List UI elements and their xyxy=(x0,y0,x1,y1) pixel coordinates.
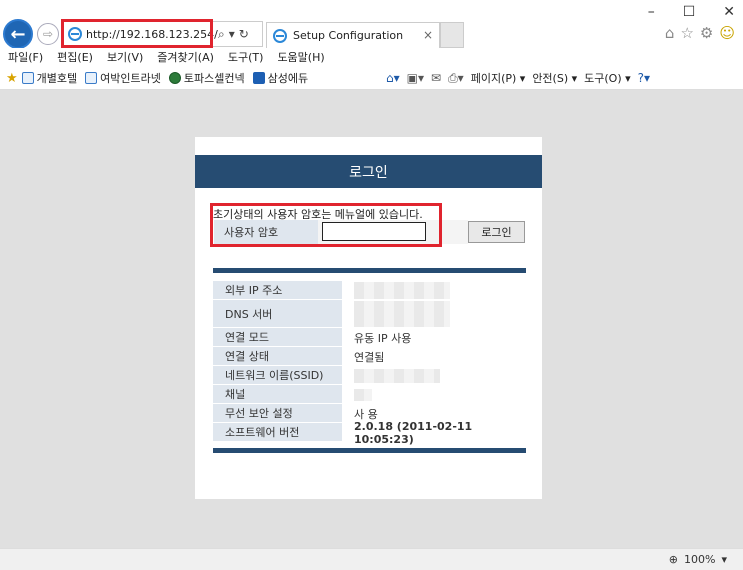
tools-menu[interactable]: 도구(O) ▾ xyxy=(584,70,631,86)
edu-icon xyxy=(252,72,265,84)
maximize-button[interactable]: ☐ xyxy=(683,4,696,20)
favorite-label: 개별호텔 xyxy=(36,72,78,85)
tab-title: Setup Configuration xyxy=(293,29,404,42)
menu-edit[interactable]: 편집(E) xyxy=(57,49,93,65)
zoom-level: 100% xyxy=(684,553,716,566)
row-value xyxy=(342,385,526,404)
mail-icon[interactable]: ✉ xyxy=(431,71,441,85)
login-button[interactable]: 로그인 xyxy=(468,221,525,243)
globe-icon xyxy=(168,72,181,84)
gear-icon[interactable]: ⚙ xyxy=(700,24,713,42)
table-row: 연결 모드 유동 IP 사용 xyxy=(213,328,526,347)
menu-favorites[interactable]: 즐겨찾기(A) xyxy=(157,49,214,65)
row-value: 유동 IP 사용 xyxy=(354,331,412,345)
row-label: 무선 보안 설정 xyxy=(213,404,342,423)
favorite-link[interactable]: 개별호텔 xyxy=(21,70,78,86)
row-value xyxy=(342,281,526,300)
row-label: 네트워크 이름(SSID) xyxy=(213,366,342,385)
favorite-label: 여박인트라넷 xyxy=(100,72,161,85)
address-tools: ⌕▾↻ xyxy=(218,27,253,42)
row-label: 채널 xyxy=(213,385,342,404)
home-icon[interactable]: ⌂▾ xyxy=(386,71,400,85)
page-icon xyxy=(21,72,34,84)
ie-icon xyxy=(273,28,287,43)
window-controls: – ☐ ✕ xyxy=(648,4,735,20)
table-row: 연결 상태 연결됨 xyxy=(213,347,526,366)
page-area: 로그인 초기상태의 사용자 암호는 메뉴얼에 있습니다. 사용자 암호 로그인 … xyxy=(0,90,743,548)
login-highlight-box xyxy=(210,203,442,247)
row-label: 연결 상태 xyxy=(213,347,342,366)
row-label: 소프트웨어 버전 xyxy=(213,423,342,442)
favorite-label: 토파스셀컨넥 xyxy=(183,72,245,85)
row-value: 2.0.18 (2011-02-11 10:05:23) xyxy=(354,419,473,446)
zoom-icon: ⊕ xyxy=(668,553,679,566)
menu-bar: 파일(F) 편집(E) 보기(V) 즐겨찾기(A) 도구(T) 도움말(H) xyxy=(0,48,743,66)
login-header: 로그인 xyxy=(195,155,542,188)
chevron-down-icon[interactable]: ▾ xyxy=(721,553,727,566)
safety-menu[interactable]: 안전(S) ▾ xyxy=(532,70,577,86)
table-row: 외부 IP 주소 xyxy=(213,281,526,300)
row-value xyxy=(342,366,526,385)
back-button[interactable]: ← xyxy=(3,19,33,49)
zoom-control[interactable]: ⊕ 100% ▾ xyxy=(669,553,727,566)
table-row: 채널 xyxy=(213,385,526,404)
favorites-bar: ★ 개별호텔 여박인트라넷 토파스셀컨넥 삼성에듀 ⌂▾ ▣▾ ✉ ⎙▾ 페이지… xyxy=(0,66,743,90)
browser-right-icons: ⌂ ☆ ⚙ ☺ xyxy=(665,24,735,42)
search-icon[interactable]: ⌕ xyxy=(218,27,229,41)
feed-icon[interactable]: ▣▾ xyxy=(407,71,424,85)
favorite-link[interactable]: 삼성에듀 xyxy=(252,70,309,86)
redacted-value xyxy=(354,388,372,401)
row-label: 연결 모드 xyxy=(213,328,342,347)
divider xyxy=(213,448,526,453)
favorites-star-icon[interactable]: ★ xyxy=(6,71,18,86)
close-window-button[interactable]: ✕ xyxy=(723,4,735,20)
divider xyxy=(213,268,526,273)
favorite-label: 삼성에듀 xyxy=(267,72,309,85)
login-panel: 로그인 초기상태의 사용자 암호는 메뉴얼에 있습니다. 사용자 암호 로그인 … xyxy=(195,137,542,499)
minimize-button[interactable]: – xyxy=(648,4,655,20)
page-icon xyxy=(85,72,98,84)
home-icon[interactable]: ⌂ xyxy=(665,24,675,42)
tab-setup-configuration[interactable]: Setup Configuration × xyxy=(266,22,440,48)
forward-button[interactable]: ⇨ xyxy=(37,23,59,45)
close-tab-icon[interactable]: × xyxy=(423,28,433,42)
print-icon[interactable]: ⎙▾ xyxy=(448,71,464,86)
chevron-down-icon[interactable]: ▾ xyxy=(229,27,239,41)
favorites-star-icon[interactable]: ☆ xyxy=(680,24,693,42)
help-icon[interactable]: ?▾ xyxy=(638,71,650,85)
menu-tools[interactable]: 도구(T) xyxy=(228,49,264,65)
redacted-value xyxy=(354,282,450,299)
command-bar: ⌂▾ ▣▾ ✉ ⎙▾ 페이지(P) ▾ 안전(S) ▾ 도구(O) ▾ ?▾ xyxy=(386,70,650,86)
menu-help[interactable]: 도움말(H) xyxy=(277,49,324,65)
row-label: 외부 IP 주소 xyxy=(213,281,342,300)
table-row: 소프트웨어 버전 2.0.18 (2011-02-11 10:05:23) xyxy=(213,419,526,446)
table-row: 네트워크 이름(SSID) xyxy=(213,366,526,385)
favorite-link[interactable]: 여박인트라넷 xyxy=(85,70,161,86)
url-highlight-box xyxy=(61,19,213,48)
menu-view[interactable]: 보기(V) xyxy=(107,49,143,65)
row-value xyxy=(342,300,526,328)
row-value: 연결됨 xyxy=(354,350,385,364)
redacted-value xyxy=(354,368,440,383)
browser-toolbar: ← ⇨ http://192.168.123.254/ ⌕▾↻ Setup Co… xyxy=(0,0,743,49)
page-menu[interactable]: 페이지(P) ▾ xyxy=(471,70,526,86)
favorite-link[interactable]: 토파스셀컨넥 xyxy=(168,70,245,86)
row-label: DNS 서버 xyxy=(213,300,342,328)
refresh-icon[interactable]: ↻ xyxy=(239,27,253,41)
menu-file[interactable]: 파일(F) xyxy=(8,49,43,65)
new-tab-button[interactable] xyxy=(440,22,464,48)
status-bar: ⊕ 100% ▾ xyxy=(0,548,743,570)
smiley-feedback-icon[interactable]: ☺ xyxy=(719,24,735,42)
arrow-right-icon: ⇨ xyxy=(42,27,54,41)
table-row: DNS 서버 xyxy=(213,300,526,328)
redacted-value xyxy=(354,301,450,327)
arrow-left-icon: ← xyxy=(10,23,26,45)
